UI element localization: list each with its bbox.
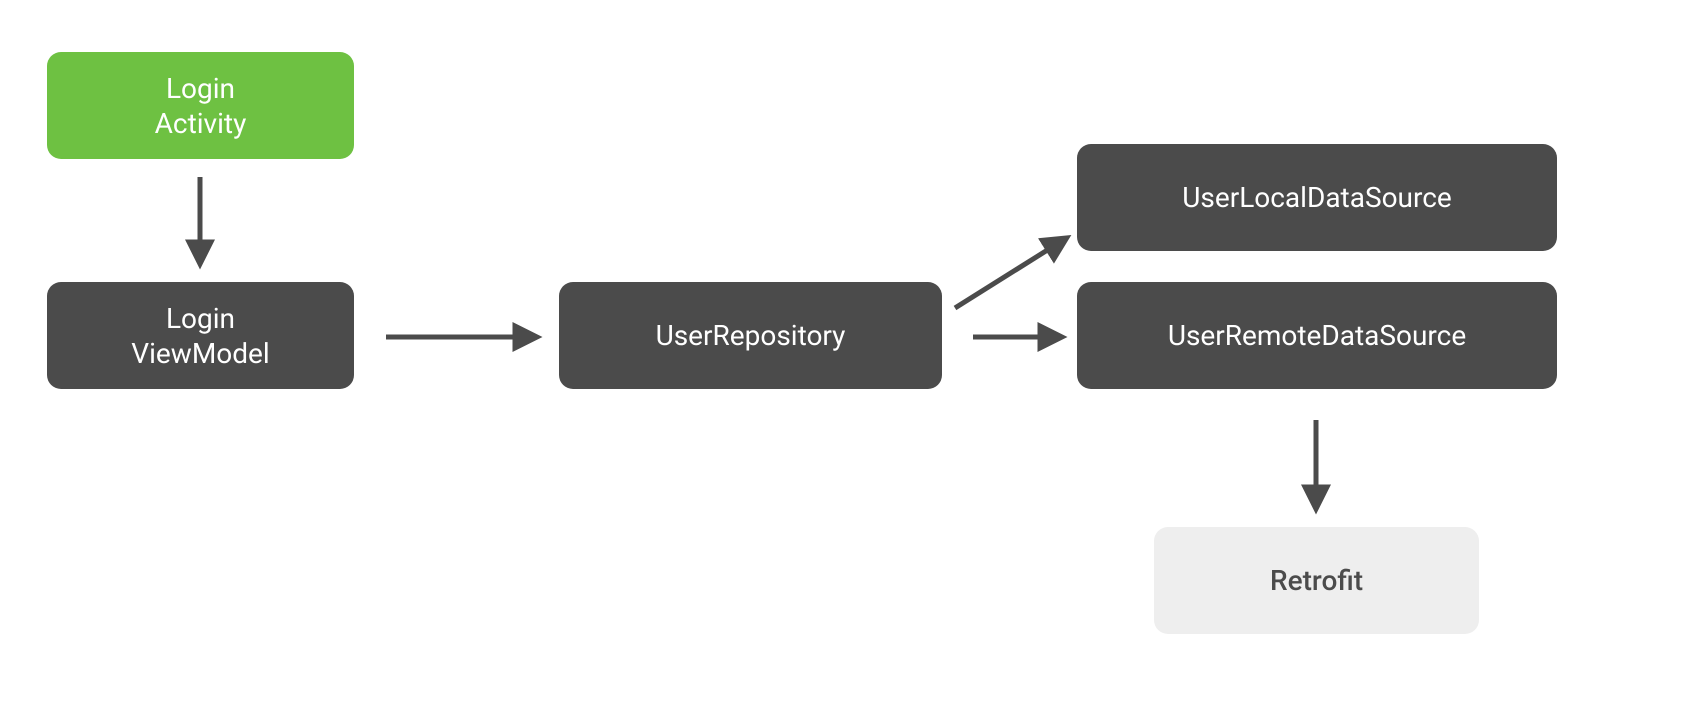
node-label: UserLocalDataSource: [1182, 180, 1451, 215]
text-line: Activity: [155, 107, 247, 140]
node-login-viewmodel: Login ViewModel: [47, 282, 354, 389]
node-user-local-data-source: UserLocalDataSource: [1077, 144, 1557, 251]
node-login-activity: Login Activity: [47, 52, 354, 159]
node-label: UserRepository: [656, 318, 846, 353]
node-label: Retrofit: [1270, 563, 1363, 598]
node-label: Login Activity: [155, 71, 247, 141]
text-line: Login: [166, 72, 235, 105]
node-user-remote-data-source: UserRemoteDataSource: [1077, 282, 1557, 389]
text-line: Login: [166, 302, 235, 335]
node-user-repository: UserRepository: [559, 282, 942, 389]
node-retrofit: Retrofit: [1154, 527, 1479, 634]
text-line: ViewModel: [131, 337, 269, 370]
node-label: Login ViewModel: [131, 301, 269, 371]
node-label: UserRemoteDataSource: [1168, 318, 1466, 353]
arrow-userRepository-to-userLocalDataSource: [955, 239, 1065, 308]
